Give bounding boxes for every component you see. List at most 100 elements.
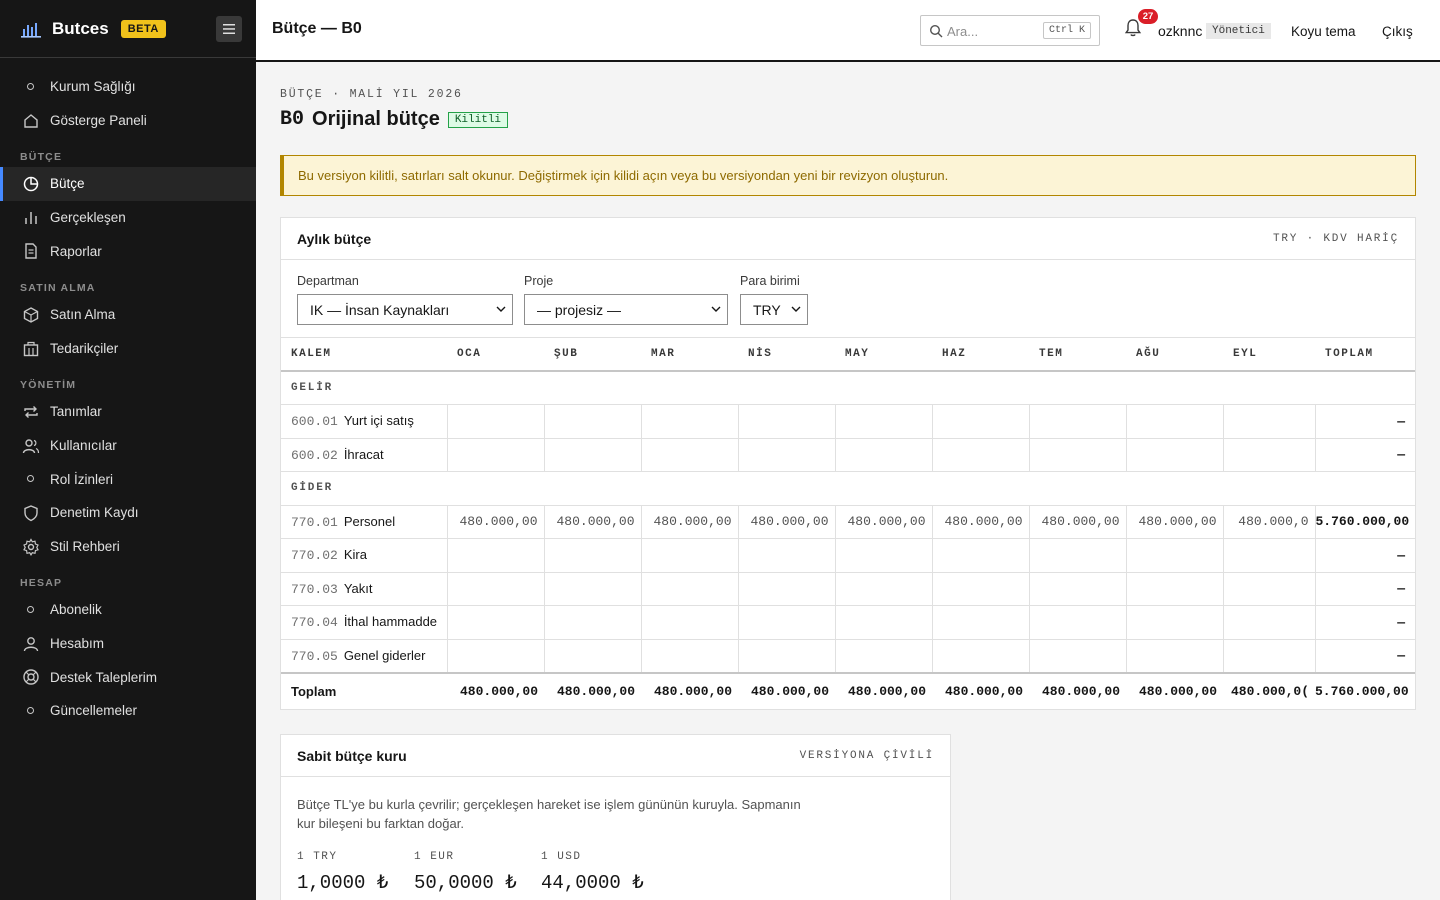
sidebar-item-rol-i̇zinleri[interactable]: Rol İzinleri bbox=[0, 462, 256, 496]
month-value-cell bbox=[1222, 538, 1315, 573]
sidebar-nav: Kurum Sağlığı Gösterge Paneli BÜTÇE Bütçe Ge… bbox=[0, 58, 256, 728]
month-value-cell: 480.000,0 bbox=[1222, 505, 1315, 539]
row-total-cell: — bbox=[1314, 605, 1415, 640]
search-box[interactable]: Ctrl K bbox=[920, 15, 1100, 46]
month-value-cell bbox=[931, 639, 1029, 673]
month-value-cell: 480.000,00 bbox=[737, 505, 835, 539]
month-value-cell bbox=[1125, 404, 1223, 439]
user-icon bbox=[23, 636, 39, 651]
sidebar-item-stil-rehberi[interactable]: Stil Rehberi bbox=[0, 530, 256, 564]
account-code: 600.02 bbox=[291, 447, 338, 463]
month-value-cell bbox=[1028, 538, 1126, 573]
month-total-cell: 480.000,0( bbox=[1223, 671, 1315, 709]
pie-chart-icon bbox=[23, 176, 39, 192]
sidebar-item-raporlar[interactable]: Raporlar bbox=[0, 234, 256, 268]
rate-label: 1 TRY bbox=[297, 851, 338, 863]
project-select[interactable]: — projesiz — bbox=[524, 294, 728, 325]
monthly-budget-title: Aylık bütçe bbox=[297, 230, 372, 247]
month-value-cell bbox=[543, 438, 641, 472]
fixed-rate-title: Sabit bütçe kuru bbox=[297, 747, 407, 764]
search-input[interactable] bbox=[947, 20, 1047, 42]
top-header: Bütçe — B0 Ctrl K 27 ozknnc Yönetici Koy… bbox=[256, 0, 1440, 62]
box-icon bbox=[23, 307, 39, 323]
monthly-budget-table: KALEM OCA ŞUB MAR NİS MAY HAZ TEM AĞU EYL TOPLAM G… bbox=[281, 338, 1415, 709]
sidebar-item-güncellemeler[interactable]: Güncellemeler bbox=[0, 694, 256, 728]
table-row: 770.04 İthal hammadde — bbox=[281, 605, 1415, 640]
column-header: TOPLAM bbox=[1315, 338, 1415, 372]
department-select[interactable]: IK — İnsan Kaynakları bbox=[297, 294, 513, 325]
sidebar-item-gerçekleşen[interactable]: Gerçekleşen bbox=[0, 201, 256, 235]
table-row: 770.03 Yakıt — bbox=[281, 572, 1415, 606]
user-name[interactable]: ozknnc bbox=[1158, 23, 1202, 39]
account-code: 600.01 bbox=[291, 414, 338, 430]
row-total-cell: — bbox=[1314, 438, 1415, 472]
sidebar-item-kullanıcılar[interactable]: Kullanıcılar bbox=[0, 429, 256, 463]
home-icon bbox=[24, 113, 38, 128]
sidebar-item-label: Tedarikçiler bbox=[50, 340, 119, 356]
sidebar-item-label: Gösterge Paneli bbox=[50, 112, 147, 128]
main-content: BÜTÇE · MALİ YIL 2026 B0 Orijinal bütçe … bbox=[256, 62, 1440, 900]
sidebar-item-bütçe[interactable]: Bütçe bbox=[0, 167, 256, 201]
account-cell: 770.03 Yakıt bbox=[281, 572, 447, 606]
fixed-rate-header: Sabit bütçe kuru VERSİYONA ÇİVİLİ bbox=[281, 735, 950, 777]
month-value-cell bbox=[640, 639, 738, 673]
logout-link[interactable]: Çıkış bbox=[1382, 24, 1413, 39]
month-value-cell bbox=[1125, 605, 1223, 640]
search-icon bbox=[929, 24, 943, 38]
brand-name: Butces bbox=[52, 18, 109, 38]
sidebar-item-label: Rol İzinleri bbox=[50, 471, 114, 487]
month-value-cell bbox=[1125, 572, 1223, 606]
sidebar-item-label: Kurum Sağlığı bbox=[50, 79, 136, 95]
sidebar-item-tanımlar[interactable]: Tanımlar bbox=[0, 395, 256, 429]
page-heading: Bütçe — B0 bbox=[272, 20, 362, 37]
sidebar-item-label: Raporlar bbox=[50, 243, 102, 259]
month-value-cell bbox=[446, 639, 544, 673]
month-value-cell bbox=[446, 605, 544, 640]
rate-value: 44,0000 ₺ bbox=[541, 872, 644, 894]
month-value-cell bbox=[737, 538, 835, 573]
sidebar-item-denetim-kaydı[interactable]: Denetim Kaydı bbox=[0, 496, 256, 530]
column-header: TEM bbox=[1029, 338, 1126, 372]
month-value-cell: 480.000,00 bbox=[834, 505, 932, 539]
month-value-cell bbox=[834, 572, 932, 606]
currency-select[interactable]: TRY bbox=[740, 294, 808, 325]
sidebar-item-gösterge-paneli[interactable]: Gösterge Paneli bbox=[0, 104, 256, 138]
account-name: İthal hammadde bbox=[343, 614, 438, 630]
sidebar-item-label: Abonelik bbox=[50, 602, 102, 618]
month-value-cell bbox=[446, 538, 544, 573]
sidebar-item-label: Destek Taleplerim bbox=[50, 669, 158, 685]
users-icon bbox=[22, 439, 40, 453]
table-row: 770.02 Kira — bbox=[281, 538, 1415, 573]
dark-theme-link[interactable]: Koyu tema bbox=[1291, 24, 1356, 39]
sidebar-item-destek-taleplerim[interactable]: Destek Taleplerim bbox=[0, 660, 256, 694]
row-total-cell: 5.760.000,00 bbox=[1314, 505, 1415, 539]
sidebar-item-abonelik[interactable]: Abonelik bbox=[0, 593, 256, 627]
monthly-budget-card: Aylık bütçe TRY · KDV HARİÇ Departman IK… bbox=[280, 217, 1416, 710]
search-shortcut: Ctrl K bbox=[1042, 22, 1091, 39]
menu-toggle-button[interactable] bbox=[216, 16, 242, 42]
account-cell: 600.01 Yurt içi satış bbox=[281, 404, 447, 439]
column-header: NİS bbox=[738, 338, 835, 372]
sidebar-item-label: Satın Alma bbox=[50, 307, 116, 323]
department-filter: Departman IK — İnsan Kaynakları bbox=[297, 274, 513, 325]
month-value-cell bbox=[446, 572, 544, 606]
account-name: Personel bbox=[343, 513, 396, 529]
month-value-cell bbox=[931, 538, 1029, 573]
chevron-down-icon bbox=[791, 306, 801, 312]
month-value-cell bbox=[543, 404, 641, 439]
account-cell: 770.02 Kira bbox=[281, 538, 447, 573]
month-value-cell: 480.000,00 bbox=[640, 505, 738, 539]
table-row: 770.01 Personel 480.000,00 480.000,00 480.00… bbox=[281, 505, 1415, 539]
month-value-cell bbox=[640, 538, 738, 573]
sidebar-section-title: BÜTÇE bbox=[20, 151, 63, 164]
sidebar-item-tedarikçiler[interactable]: Tedarikçiler bbox=[0, 332, 256, 366]
version-code: B0 bbox=[280, 108, 305, 131]
sidebar-item-label: Hesabım bbox=[50, 636, 105, 652]
group-label: GİDER bbox=[281, 471, 1415, 506]
group-row: GELİR bbox=[281, 371, 1415, 405]
sidebar-item-hesabım[interactable]: Hesabım bbox=[0, 627, 256, 661]
lifebuoy-icon bbox=[23, 669, 39, 686]
sidebar-item-kurum-sağlığı[interactable]: Kurum Sağlığı bbox=[0, 70, 256, 104]
column-header: ŞUB bbox=[544, 338, 641, 372]
sidebar-item-satın-alma[interactable]: Satın Alma bbox=[0, 298, 256, 332]
